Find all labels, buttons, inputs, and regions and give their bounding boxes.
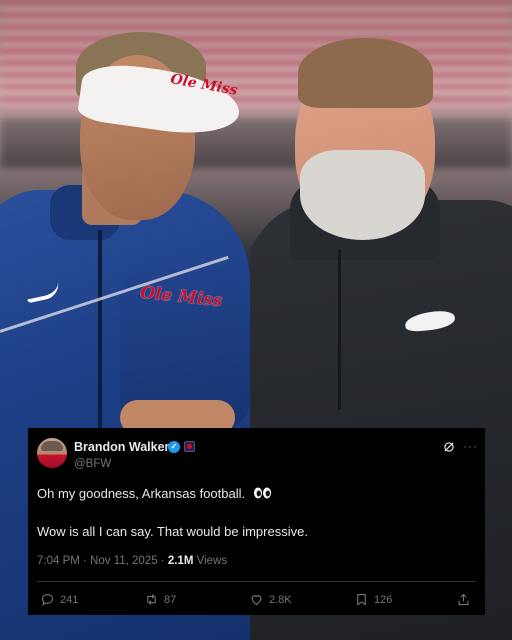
repost-icon [147,594,156,605]
bookmark-button[interactable]: 126 [354,592,392,607]
share-icon [458,593,469,606]
right-person-hair [298,38,433,108]
left-person-zipper [98,230,102,430]
share-button[interactable] [456,592,471,607]
grok-icon[interactable] [442,440,456,454]
author-name[interactable]: Brandon Walker [74,440,169,454]
tweet-card: Brandon Walker ✓ @BFW ··· Oh my goodness… [28,428,485,615]
author-handle[interactable]: @BFW [74,458,111,470]
reply-button[interactable]: 241 [40,592,78,607]
divider [37,581,476,582]
like-button[interactable]: 2.8K [249,592,292,607]
bookmark-icon [357,593,366,606]
tweet-text-line1: Oh my goodness, Arkansas football. [37,486,273,501]
avatar-cap [41,441,63,451]
repost-button[interactable]: 87 [144,592,176,607]
tweet-meta: 7:04 PM · Nov 11, 2025 · 2.1M Views [37,555,227,567]
tweet-text-line2: Wow is all I can say. That would be impr… [37,524,308,539]
bookmark-count: 126 [374,593,393,606]
eyes-emoji-icon [253,487,271,499]
like-count: 2.8K [269,593,292,606]
like-icon [251,595,262,606]
action-bar: 241 87 2.8K 126 [28,592,485,610]
right-person-beard [300,150,425,240]
reply-count: 241 [60,593,79,606]
verified-badge-icon: ✓ [168,441,180,453]
reply-icon [41,593,54,606]
more-icon[interactable]: ··· [463,439,478,453]
tweet-timestamp[interactable]: 7:04 PM · Nov 11, 2025 · [37,555,168,567]
views-label: Views [193,555,228,567]
views-count: 2.1M [167,555,194,567]
avatar[interactable] [37,438,67,468]
affiliate-badge-icon[interactable] [184,441,195,452]
right-person-zipper [338,250,341,410]
repost-count: 87 [164,593,177,606]
tweet-text: Oh my goodness, Arkansas football. [37,486,246,501]
stadium-rail [0,118,512,168]
